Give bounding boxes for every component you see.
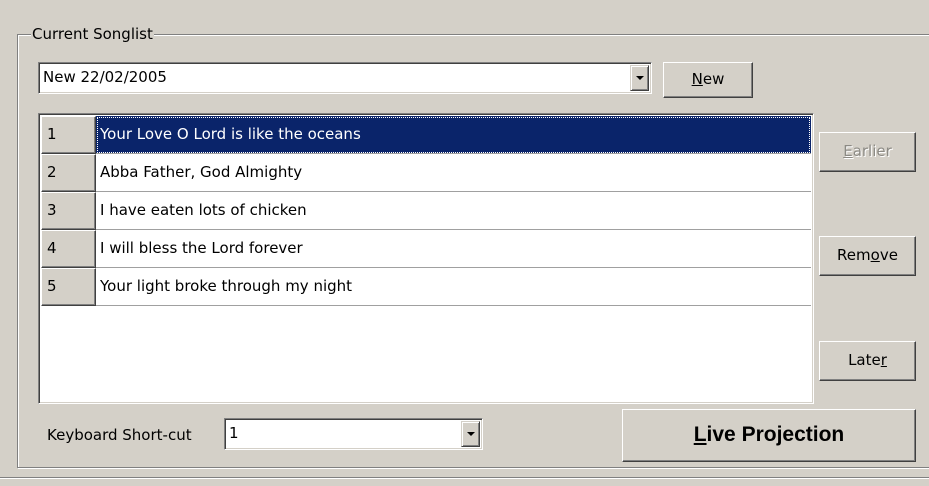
live-projection-button[interactable]: Live Projection [622, 409, 916, 462]
song-title[interactable]: Abba Father, God Almighty [96, 154, 811, 192]
group-title: Current Songlist [31, 24, 154, 44]
song-title[interactable]: I have eaten lots of chicken [96, 192, 811, 230]
songlist-select-value: New 22/02/2005 [43, 68, 167, 86]
new-button[interactable]: New [663, 62, 753, 98]
song-number: 3 [41, 192, 96, 230]
earlier-button[interactable]: Earlier [819, 132, 916, 172]
song-number: 5 [41, 268, 96, 306]
later-button[interactable]: Later [819, 341, 916, 381]
songlist-select[interactable]: New 22/02/2005 [38, 62, 652, 94]
song-title[interactable]: Your light broke through my night [96, 268, 811, 306]
song-row-4[interactable]: 4 I will bless the Lord forever [41, 230, 811, 268]
song-title[interactable]: Your Love O Lord is like the oceans [96, 116, 811, 154]
song-number: 2 [41, 154, 96, 192]
song-row-3[interactable]: 3 I have eaten lots of chicken [41, 192, 811, 230]
song-list[interactable]: 1 Your Love O Lord is like the oceans 2 … [38, 113, 814, 404]
keyboard-shortcut-select[interactable]: 1 [224, 418, 483, 450]
song-row-1[interactable]: 1 Your Love O Lord is like the oceans [41, 116, 811, 154]
song-number: 4 [41, 230, 96, 268]
songlist-dropdown-button[interactable] [630, 65, 649, 91]
remove-button[interactable]: Remove [819, 236, 916, 276]
keyboard-shortcut-label: Keyboard Short-cut [47, 426, 192, 444]
chevron-down-icon [635, 76, 644, 80]
song-number: 1 [41, 116, 96, 154]
song-row-5[interactable]: 5 Your light broke through my night [41, 268, 811, 306]
song-row-2[interactable]: 2 Abba Father, God Almighty [41, 154, 811, 192]
shortcut-dropdown-button[interactable] [461, 421, 480, 447]
chevron-down-icon [466, 432, 475, 436]
frame-highlight [0, 478, 929, 479]
keyboard-shortcut-value: 1 [229, 424, 239, 442]
song-title[interactable]: I will bless the Lord forever [96, 230, 811, 268]
